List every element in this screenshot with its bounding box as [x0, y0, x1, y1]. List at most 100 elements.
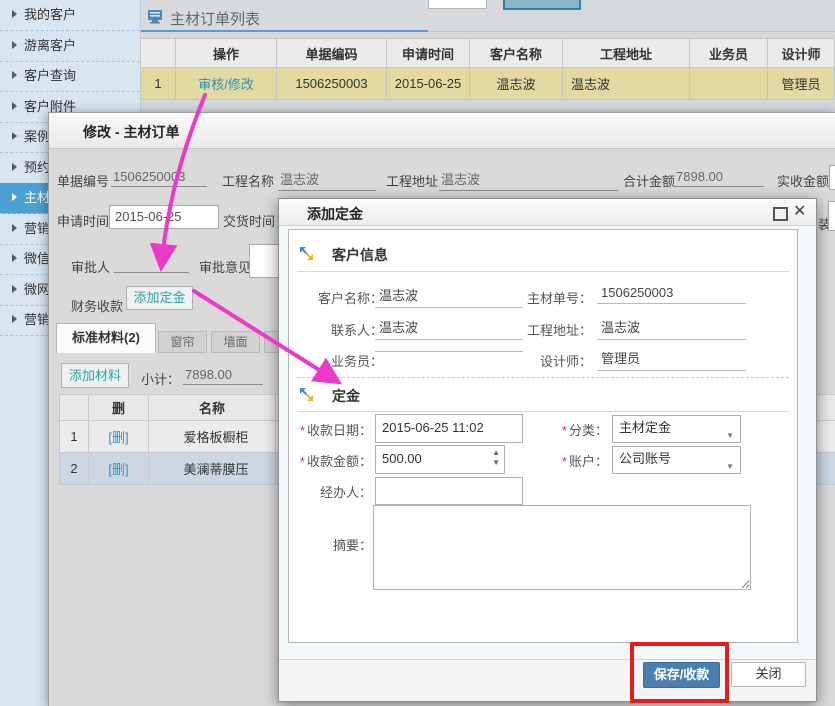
- project-name-label: 工程名称: [222, 171, 274, 190]
- order-row-customer: 温志波: [470, 68, 563, 100]
- orders-table: 操作 单据编码 申请时间 客户名称 工程地址 业务员 设计师 1 审核/修改 1…: [140, 38, 835, 100]
- subtotal-label: 小计：: [141, 369, 180, 388]
- monitor-icon: [148, 10, 163, 27]
- order-row-action-link[interactable]: 审核/修改: [176, 68, 277, 100]
- sidebar-item-my-customers[interactable]: 我的客户: [0, 0, 140, 31]
- material-row-delete-link[interactable]: [删]: [89, 453, 149, 485]
- col-header-designer: 设计师: [768, 38, 835, 68]
- col-header-code: 单据编码: [277, 38, 387, 68]
- project-address-value: 温志波: [597, 317, 746, 340]
- order-row-address: 温志波: [563, 68, 690, 100]
- search-button[interactable]: [503, 0, 581, 10]
- category-select[interactable]: 主材定金▼: [612, 415, 741, 443]
- total-amount-value: 7898.00: [674, 169, 764, 187]
- amount-input-value: 500.00: [382, 451, 422, 466]
- designer-value: 管理员: [597, 348, 746, 371]
- customer-name-label: 客户名称：: [293, 288, 383, 307]
- order-row-date: 2015-06-25: [387, 68, 470, 100]
- salesman-value: [375, 348, 523, 352]
- deposit-form-panel: 客户信息 客户名称： 温志波 主材单号： 1506250003 联系人： 温志波…: [288, 229, 798, 643]
- amount-input[interactable]: 500.00 ▲▼: [375, 445, 505, 474]
- arrow-right-icon: [12, 315, 17, 323]
- divider: [297, 410, 789, 412]
- sidebar-item-label: 游离客户: [24, 38, 76, 53]
- col-header-salesman: 业务员: [690, 38, 768, 68]
- close-button[interactable]: 关闭: [731, 662, 806, 687]
- account-select[interactable]: 公司账号▼: [612, 446, 741, 474]
- summary-textarea[interactable]: [373, 505, 751, 590]
- designer-label: 设计师：: [502, 351, 592, 370]
- edge-fragment-input[interactable]: [828, 201, 835, 231]
- deposit-modal-title: 添加定金: [307, 204, 363, 224]
- spinner-arrows-icon[interactable]: ▲▼: [492, 448, 500, 468]
- materials-header-num: [59, 394, 89, 421]
- category-label: *分类：: [518, 420, 608, 439]
- material-row-name: 爱格板橱柜: [149, 421, 276, 453]
- divider: [297, 270, 789, 272]
- material-order-no-value: 1506250003: [597, 285, 746, 304]
- expand-arrows-icon: [298, 245, 315, 265]
- add-deposit-modal: 添加定金 ✕ 客户信息 客户名称： 温志波 主材单号： 1506250003 联…: [278, 198, 817, 702]
- account-select-value: 公司账号: [619, 451, 671, 466]
- receipt-date-input[interactable]: 2015-06-25 11:02: [375, 414, 523, 443]
- arrow-right-icon: [12, 10, 17, 18]
- divider: [297, 377, 789, 378]
- order-row-num: 1: [140, 68, 176, 100]
- apply-date-label: 申请时间: [57, 211, 109, 230]
- arrow-right-icon: [12, 132, 17, 140]
- material-order-no-label: 主材单号：: [502, 288, 592, 307]
- tab-curtain[interactable]: 窗帘: [158, 331, 207, 353]
- order-row-code: 1506250003: [277, 68, 387, 100]
- materials-header-name: 名称: [149, 394, 276, 421]
- maximize-icon[interactable]: [773, 207, 788, 221]
- material-row-delete-link[interactable]: [删]: [89, 421, 149, 453]
- doc-no-value: 1506250003: [111, 169, 207, 187]
- project-addr-value: 温志波: [439, 169, 618, 191]
- category-select-value: 主材定金: [619, 420, 671, 435]
- material-row-name: 美澜蒂膜压: [149, 453, 276, 485]
- tab-standard-materials[interactable]: 标准材料(2): [56, 323, 156, 353]
- project-name-value: 温志波: [278, 169, 376, 191]
- add-material-button[interactable]: 添加材料: [61, 363, 129, 388]
- order-row-designer: 管理员: [768, 68, 835, 100]
- finance-label: 财务收款: [71, 296, 123, 315]
- subtotal-value: 7898.00: [183, 367, 263, 385]
- material-row-num: 1: [59, 421, 89, 453]
- arrow-right-icon: [12, 41, 17, 49]
- required-mark: *: [300, 454, 305, 469]
- project-addr-label: 工程地址: [386, 171, 438, 190]
- approval-note-label: 审批意见: [199, 257, 251, 276]
- customer-name-value: 温志波: [375, 285, 523, 308]
- handler-label: 经办人：: [289, 482, 372, 501]
- sidebar-item-label: 客户查询: [24, 68, 76, 83]
- doc-no-label: 单据编号: [57, 171, 109, 190]
- sidebar-item-label: 我的客户: [24, 7, 76, 22]
- received-amount-input[interactable]: 7: [829, 165, 835, 190]
- chevron-down-icon: ▼: [726, 424, 734, 448]
- total-amount-label: 合计金额: [623, 171, 675, 190]
- app-root: 我的客户 游离客户 客户查询 客户附件 案例展 预约单 主材订 营销活 微信营 …: [0, 0, 835, 706]
- title-underline: [140, 30, 428, 32]
- approver-input[interactable]: [114, 254, 189, 273]
- order-row-salesman: [690, 68, 768, 100]
- arrow-right-icon: [12, 163, 17, 171]
- apply-date-input[interactable]: 2015-06-25: [109, 205, 219, 229]
- arrow-right-icon: [12, 285, 17, 293]
- sidebar-item-customer-query[interactable]: 客户查询: [0, 61, 140, 92]
- chevron-down-icon: ▼: [726, 455, 734, 479]
- arrow-right-icon: [12, 254, 17, 262]
- account-label: *账户：: [518, 451, 608, 470]
- expand-arrows-icon: [298, 386, 315, 406]
- search-input[interactable]: [428, 0, 487, 9]
- sidebar-item-free-customers[interactable]: 游离客户: [0, 31, 140, 62]
- close-icon[interactable]: ✕: [793, 204, 806, 220]
- summary-label: 摘要：: [289, 535, 372, 554]
- received-amount-label: 实收金额: [777, 171, 829, 190]
- required-mark: *: [562, 454, 567, 469]
- approver-label: 审批人: [71, 257, 110, 276]
- red-highlight-annotation: [630, 642, 729, 703]
- add-deposit-button[interactable]: 添加定金: [126, 286, 193, 310]
- deliver-date-label: 交货时间: [223, 211, 275, 230]
- tab-wall[interactable]: 墙面: [211, 331, 260, 353]
- handler-input[interactable]: [375, 477, 523, 505]
